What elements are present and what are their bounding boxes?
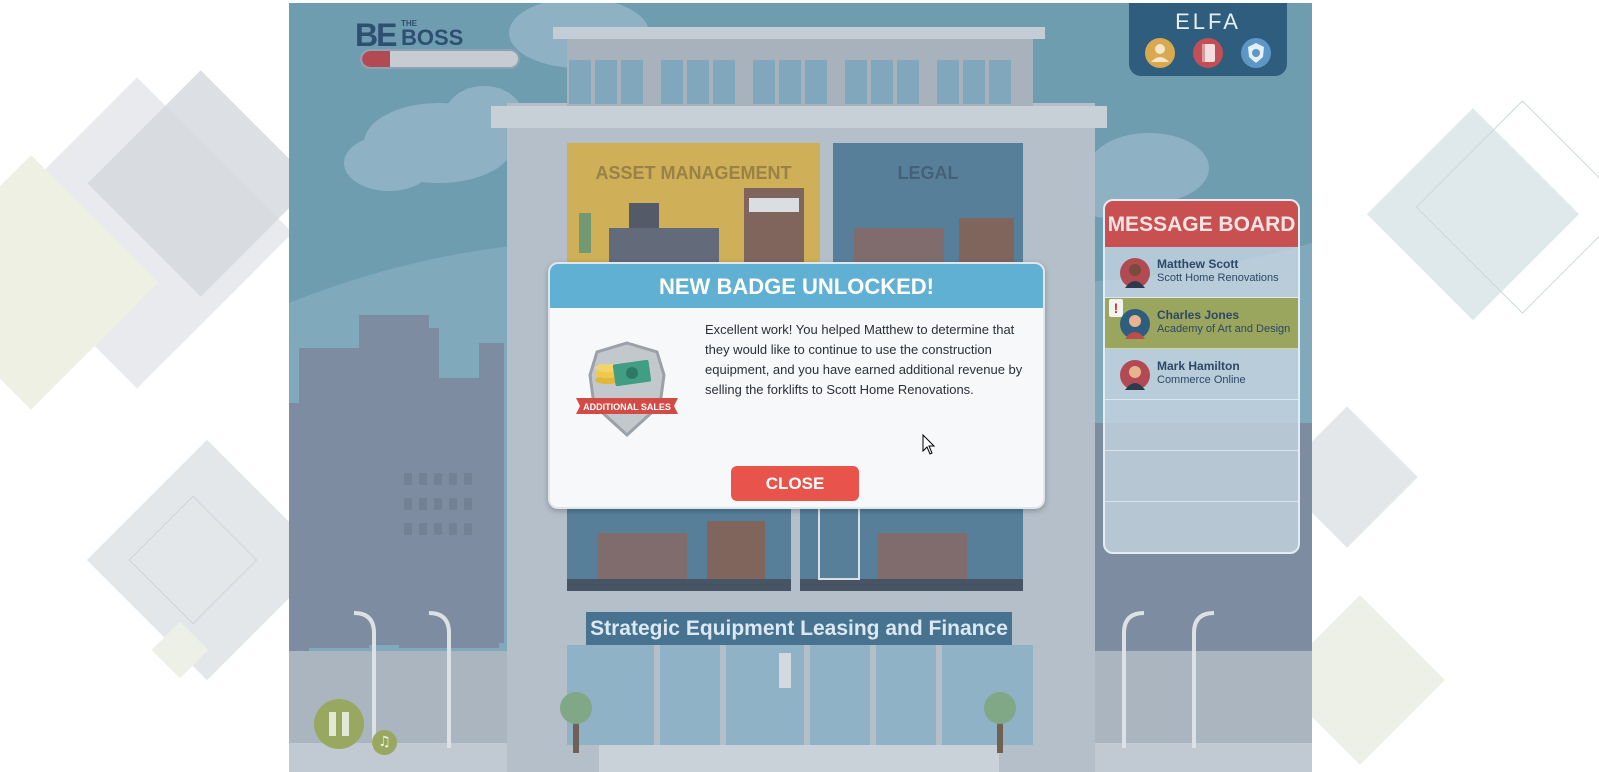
message-item-mark-hamilton[interactable]: Mark Hamilton Commerce Online: [1105, 349, 1298, 400]
message-board-title: MESSAGE BOARD: [1105, 201, 1298, 247]
mouse-cursor-icon: [922, 434, 936, 455]
message-item-empty: [1105, 451, 1298, 502]
game-frame: ASSET MANAGEMENT LEGAL Strategic Equipme…: [289, 3, 1312, 772]
avatar: [1120, 258, 1150, 288]
profile-icon[interactable]: [1145, 38, 1175, 68]
progress-bar: [360, 49, 520, 69]
pause-button[interactable]: [314, 699, 364, 749]
message-sender-company: Scott Home Renovations: [1157, 272, 1279, 284]
message-sender-name: Mark Hamilton: [1157, 359, 1240, 373]
pause-icon: [342, 712, 349, 736]
top-nav: ELFA: [1129, 3, 1287, 76]
modal-title: NEW BADGE UNLOCKED!: [550, 264, 1043, 308]
progress-fill: [362, 51, 391, 67]
message-board: MESSAGE BOARD Matthew Scott Scott Home R…: [1103, 199, 1300, 554]
avatar: [1120, 360, 1150, 390]
notebook-icon[interactable]: [1193, 38, 1223, 68]
message-sender-company: Academy of Art and Design: [1157, 323, 1291, 335]
message-sender-name: Charles Jones: [1157, 308, 1240, 322]
message-item-charles-jones[interactable]: ! Charles Jones Academy of Art and Desig…: [1105, 298, 1298, 349]
pause-icon: [329, 712, 336, 736]
music-muted-icon[interactable]: ♫: [372, 730, 397, 755]
message-sender-name: Matthew Scott: [1157, 257, 1239, 271]
badge-shield-icon[interactable]: [1241, 38, 1271, 68]
message-sender-company: Commerce Online: [1157, 374, 1246, 386]
message-item-matthew-scott[interactable]: Matthew Scott Scott Home Renovations: [1105, 247, 1298, 298]
modal-message: Excellent work! You helped Matthew to de…: [705, 322, 1023, 397]
message-item-empty: [1105, 502, 1298, 552]
logo-name: BOSS: [401, 25, 464, 50]
brand-logo: ELFA: [1175, 9, 1241, 34]
close-button[interactable]: CLOSE: [731, 466, 859, 501]
message-item-empty: [1105, 400, 1298, 451]
avatar: [1120, 309, 1150, 339]
badge-label: ADDITIONAL SALES: [583, 402, 671, 412]
badge-unlocked-modal: NEW BADGE UNLOCKED! ADDITIONAL SALES Exc…: [548, 262, 1045, 509]
additional-sales-badge-icon: ADDITIONAL SALES: [576, 341, 678, 438]
